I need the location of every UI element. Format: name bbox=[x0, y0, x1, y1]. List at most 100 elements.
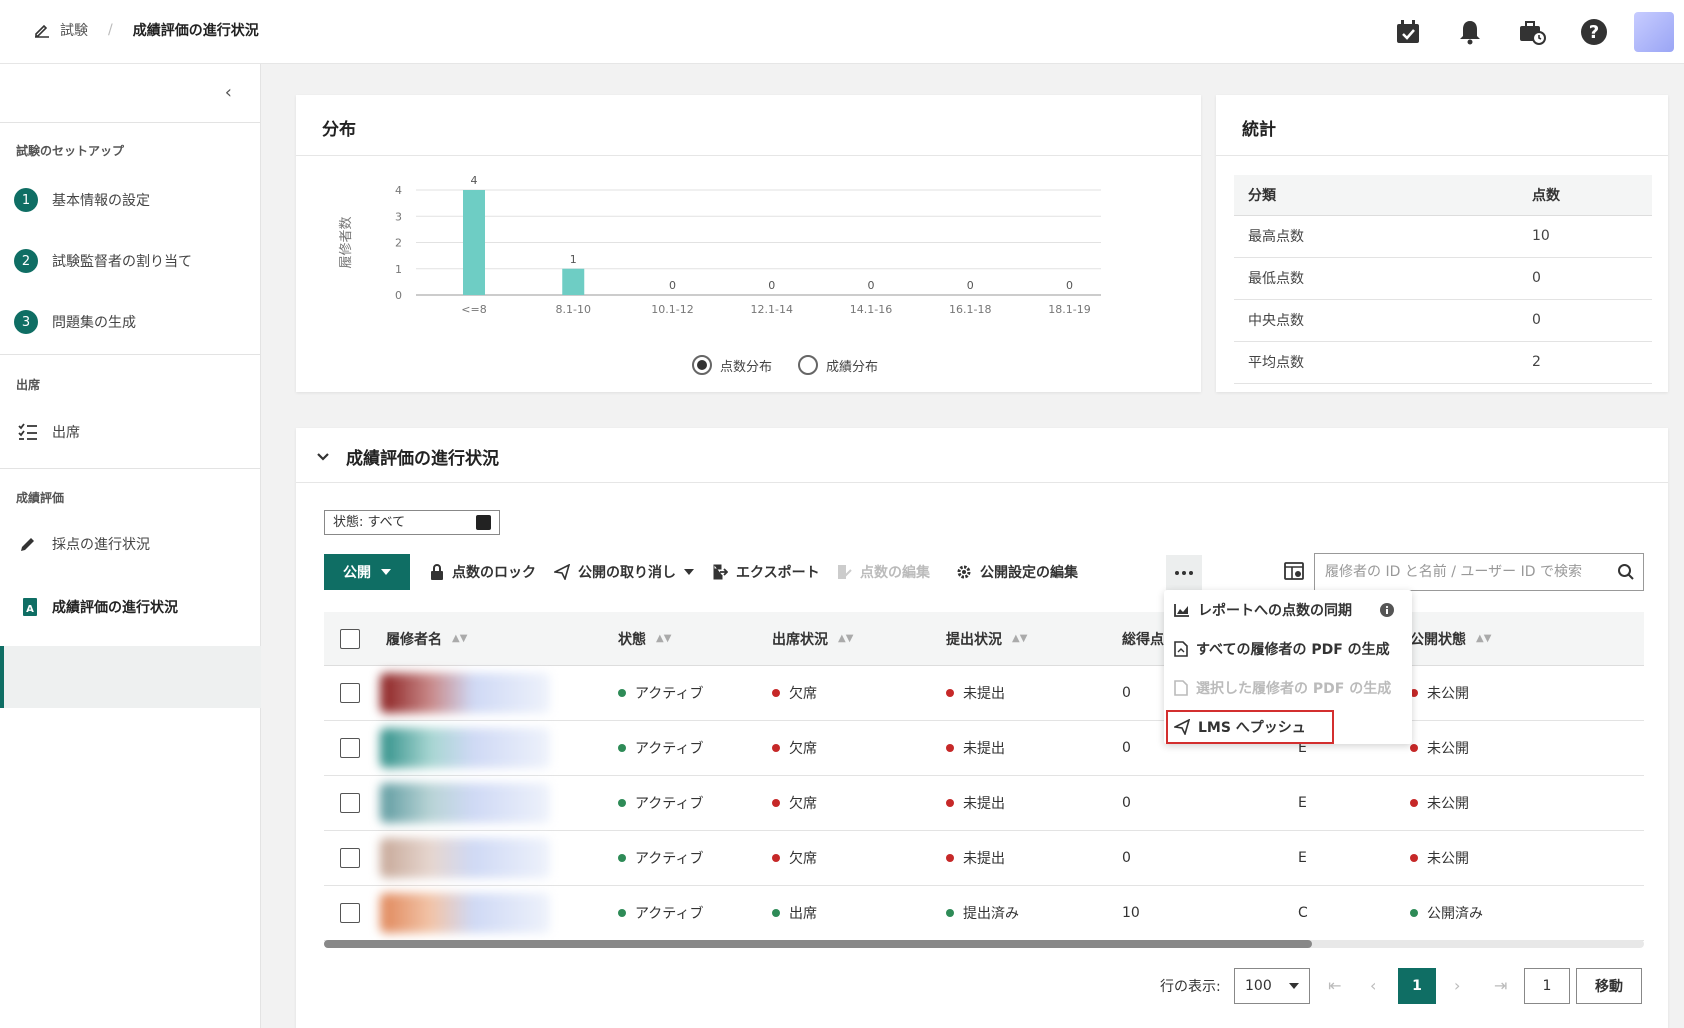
sidebar-item-attendance[interactable]: 出席 bbox=[18, 422, 80, 442]
column-student-name[interactable]: 履修者名 ▲▼ bbox=[386, 612, 467, 665]
radio-label: 点数分布 bbox=[720, 359, 773, 375]
menu-item-label: レポートへの点数の同期 bbox=[1198, 603, 1352, 619]
radio-score-distribution[interactable]: 点数分布 bbox=[692, 355, 772, 375]
sort-icon[interactable]: ▲▼ bbox=[838, 633, 853, 644]
column-publish-status[interactable]: 公開状態 ▲▼ bbox=[1410, 612, 1491, 665]
publish-button[interactable]: 公開 bbox=[324, 554, 410, 590]
y-axis-label: 履修者数 bbox=[339, 216, 354, 268]
column-status[interactable]: 状態 ▲▼ bbox=[618, 612, 671, 665]
horizontal-scrollbar[interactable] bbox=[324, 940, 1644, 948]
section-header[interactable]: 成績評価の進行状況 bbox=[316, 444, 499, 469]
bell-icon[interactable] bbox=[1448, 10, 1492, 54]
export-button[interactable]: エクスポート bbox=[712, 562, 820, 582]
sidebar-item-question-set[interactable]: 3 問題集の生成 bbox=[14, 310, 136, 334]
table-row[interactable]: アクティブ 出席 提出済み 10 C 公開済み bbox=[324, 886, 1644, 941]
row-checkbox[interactable] bbox=[340, 738, 360, 758]
y-tick-label: 4 bbox=[395, 184, 402, 197]
menu-item-pdf-all[interactable]: すべての履修者の PDF の生成 bbox=[1174, 639, 1390, 659]
search-icon[interactable] bbox=[1617, 563, 1635, 581]
submission-cell: 未提出 bbox=[946, 721, 1005, 775]
sidebar-item-proctors[interactable]: 2 試験監督者の割り当て bbox=[14, 249, 192, 273]
status-dot bbox=[772, 799, 780, 807]
radio-button[interactable] bbox=[798, 355, 819, 375]
unpublish-button[interactable]: 公開の取り消し bbox=[554, 562, 694, 582]
row-checkbox[interactable] bbox=[340, 683, 360, 703]
submission-cell: 未提出 bbox=[946, 666, 1005, 720]
x-tick-label: <=8 bbox=[461, 303, 486, 316]
column-attendance[interactable]: 出席状況 ▲▼ bbox=[772, 612, 853, 665]
column-settings-icon[interactable] bbox=[1284, 562, 1304, 584]
distribution-title: 分布 bbox=[322, 120, 356, 140]
sort-icon[interactable]: ▲▼ bbox=[1476, 633, 1491, 644]
table-row[interactable]: アクティブ欠席未提出0E未公開 bbox=[324, 721, 1644, 776]
table-row[interactable]: アクティブ欠席未提出0E未公開 bbox=[324, 776, 1644, 831]
student-name-redacted[interactable] bbox=[380, 838, 550, 878]
student-name-redacted[interactable] bbox=[380, 783, 550, 823]
radio-grade-distribution[interactable]: 成績分布 bbox=[798, 355, 878, 375]
radio-button-selected[interactable] bbox=[692, 355, 712, 375]
edit-filter-icon[interactable] bbox=[476, 515, 491, 530]
status-dot bbox=[618, 689, 626, 697]
menu-item-pdf-selected[interactable]: 選択した履修者の PDF の生成 bbox=[1174, 678, 1391, 698]
sidebar-item-basic-settings[interactable]: 1 基本情報の設定 bbox=[14, 188, 150, 212]
status-filter[interactable]: 状態: すべて bbox=[324, 510, 500, 535]
table-row[interactable]: アクティブ欠席未提出0E未公開 bbox=[324, 831, 1644, 886]
menu-item-push-lms[interactable]: LMS へプッシュ bbox=[1174, 717, 1306, 737]
top-bar: 試験 / 成績評価の進行状況 ? bbox=[0, 0, 1684, 64]
user-avatar[interactable] bbox=[1634, 12, 1674, 52]
briefcase-clock-icon[interactable] bbox=[1510, 10, 1554, 54]
breadcrumb-home[interactable]: 試験 bbox=[60, 20, 88, 40]
scrollbar-thumb[interactable] bbox=[324, 940, 1312, 948]
table-header: 分類 点数 bbox=[1234, 175, 1652, 216]
chevron-down-icon[interactable] bbox=[316, 452, 330, 462]
sidebar-item-grading-progress[interactable]: A 成績評価の進行状況 bbox=[22, 597, 178, 617]
page-button-current[interactable]: 1 bbox=[1398, 968, 1436, 1004]
student-name-redacted[interactable] bbox=[380, 728, 550, 768]
more-options-button[interactable] bbox=[1166, 555, 1202, 591]
edit-publish-settings-button[interactable]: 公開設定の編集 bbox=[956, 562, 1078, 582]
total-score-cell: 0 bbox=[1122, 740, 1131, 756]
bar bbox=[562, 268, 585, 295]
bar bbox=[463, 190, 485, 295]
column-submission[interactable]: 提出状況 ▲▼ bbox=[946, 612, 1027, 665]
search-placeholder: 履修者の ID と名前 / ユーザー ID で検索 bbox=[1325, 564, 1582, 580]
row-checkbox[interactable] bbox=[340, 793, 360, 813]
sort-icon[interactable]: ▲▼ bbox=[656, 633, 671, 644]
last-page-icon[interactable]: ⇥ bbox=[1494, 976, 1507, 995]
row-checkbox[interactable] bbox=[340, 903, 360, 923]
table-row: 最高点数 10 bbox=[1234, 215, 1652, 258]
menu-item-label: 選択した履修者の PDF の生成 bbox=[1196, 681, 1392, 697]
search-input[interactable]: 履修者の ID と名前 / ユーザー ID で検索 bbox=[1314, 553, 1644, 591]
rows-per-page-select[interactable]: 100 bbox=[1234, 968, 1310, 1004]
rows-per-page-value: 100 bbox=[1245, 978, 1272, 994]
first-page-icon[interactable]: ⇤ bbox=[1328, 976, 1341, 995]
calendar-check-icon[interactable] bbox=[1386, 10, 1430, 54]
status-dot bbox=[946, 799, 954, 807]
column-total-score[interactable]: 総得点 bbox=[1122, 612, 1164, 665]
next-page-icon[interactable]: › bbox=[1454, 976, 1460, 995]
prev-page-icon[interactable]: ‹ bbox=[1370, 976, 1376, 995]
publish-status-cell: 未公開 bbox=[1410, 721, 1469, 775]
table-header: 履修者名 ▲▼ 状態 ▲▼ 出席状況 ▲▼ 提出状況 ▲▼ 総得点 公開状態 ▲▼ bbox=[324, 612, 1644, 666]
select-all-checkbox[interactable] bbox=[340, 628, 360, 649]
sort-icon[interactable]: ▲▼ bbox=[1012, 633, 1027, 644]
stat-label: 最低点数 bbox=[1234, 257, 1518, 300]
sort-icon[interactable]: ▲▼ bbox=[452, 633, 467, 644]
lock-scores-button[interactable]: 点数のロック bbox=[430, 562, 536, 582]
edit-scores-button[interactable]: 点数の編集 bbox=[836, 562, 930, 582]
menu-item-sync-scores[interactable]: レポートへの点数の同期 bbox=[1174, 600, 1394, 620]
attendance-cell: 欠席 bbox=[772, 831, 817, 885]
statistics-card: 統計 分類 点数 最高点数 10 最低点数 0 中央点数 0 平均点数 2 bbox=[1216, 95, 1668, 392]
student-name-redacted[interactable] bbox=[380, 893, 550, 933]
student-name-redacted[interactable] bbox=[380, 673, 550, 713]
sidebar-item-scoring-progress[interactable]: 採点の進行状況 bbox=[18, 534, 150, 554]
collapse-sidebar-icon[interactable]: ‹ bbox=[225, 82, 232, 103]
help-icon[interactable]: ? bbox=[1572, 10, 1616, 54]
table-row[interactable]: アクティブ欠席未提出0E未公開 bbox=[324, 666, 1644, 721]
goto-page-input[interactable]: 1 bbox=[1524, 968, 1570, 1004]
row-checkbox[interactable] bbox=[340, 848, 360, 868]
goto-page-button[interactable]: 移動 bbox=[1576, 968, 1642, 1004]
info-icon[interactable] bbox=[1380, 603, 1394, 617]
y-tick-label: 2 bbox=[395, 237, 402, 250]
status-cell: アクティブ bbox=[618, 776, 703, 830]
